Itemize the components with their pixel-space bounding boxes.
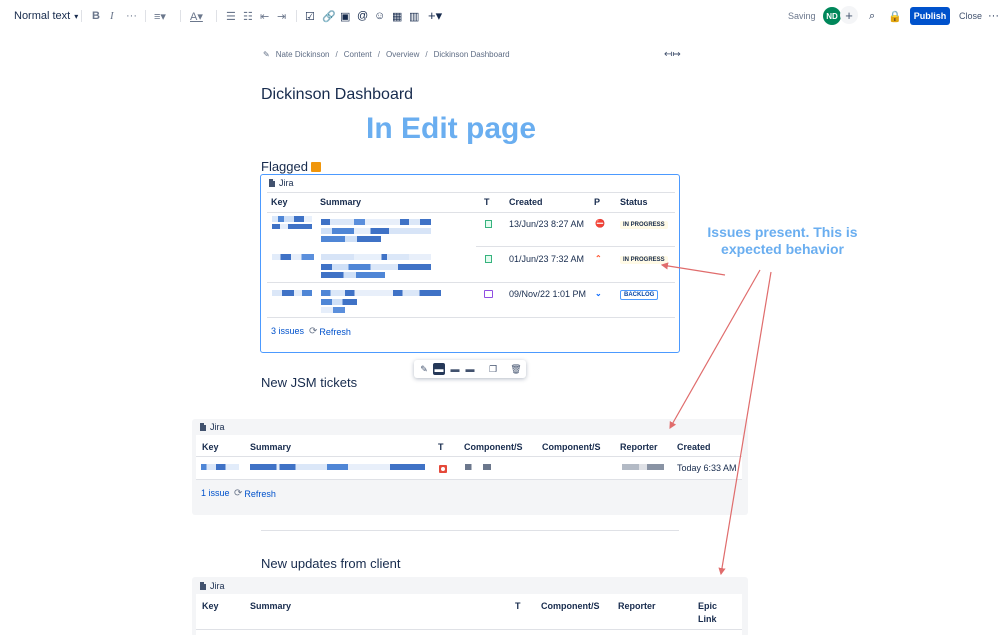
annotation-arrow — [660, 262, 726, 276]
annotation-arrow — [718, 271, 772, 576]
annotation-arrows — [660, 262, 772, 576]
annotation-arrow — [669, 269, 761, 430]
